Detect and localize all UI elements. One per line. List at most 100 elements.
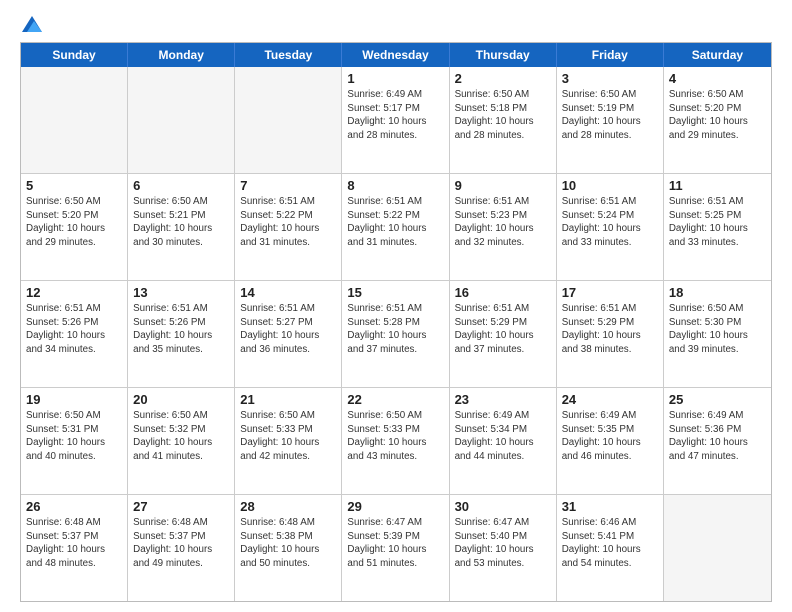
day-info: Sunrise: 6:50 AM Sunset: 5:33 PM Dayligh… (347, 409, 443, 464)
day-cell-9: 9 Sunrise: 6:51 AM Sunset: 5:23 PM Daylig… (450, 174, 557, 280)
day-number: 10 (562, 178, 658, 193)
day-cell-4: 4 Sunrise: 6:50 AM Sunset: 5:20 PM Daylig… (664, 67, 771, 173)
weekday-header-tuesday: Tuesday (235, 43, 342, 67)
day-number: 7 (240, 178, 336, 193)
day-info: Sunrise: 6:50 AM Sunset: 5:20 PM Dayligh… (26, 195, 122, 250)
calendar-row-3: 19 Sunrise: 6:50 AM Sunset: 5:31 PM Dayli… (21, 387, 771, 494)
day-info: Sunrise: 6:49 AM Sunset: 5:34 PM Dayligh… (455, 409, 551, 464)
day-cell-31: 31Sunrise: 6:46 AM Sunset: 5:41 PM Dayli… (557, 495, 664, 601)
logo-icon (22, 16, 42, 32)
day-number: 24 (562, 392, 658, 407)
calendar: SundayMondayTuesdayWednesdayThursdayFrid… (20, 42, 772, 602)
day-info: Sunrise: 6:50 AM Sunset: 5:31 PM Dayligh… (26, 409, 122, 464)
day-number: 8 (347, 178, 443, 193)
day-cell-11: 11Sunrise: 6:51 AM Sunset: 5:25 PM Dayli… (664, 174, 771, 280)
day-info: Sunrise: 6:50 AM Sunset: 5:33 PM Dayligh… (240, 409, 336, 464)
day-info: Sunrise: 6:50 AM Sunset: 5:21 PM Dayligh… (133, 195, 229, 250)
day-info: Sunrise: 6:51 AM Sunset: 5:25 PM Dayligh… (669, 195, 766, 250)
day-cell-15: 15 Sunrise: 6:51 AM Sunset: 5:28 PM Dayli… (342, 281, 449, 387)
calendar-row-2: 12 Sunrise: 6:51 AM Sunset: 5:26 PM Dayli… (21, 280, 771, 387)
day-info: Sunrise: 6:51 AM Sunset: 5:22 PM Dayligh… (347, 195, 443, 250)
day-cell-8: 8 Sunrise: 6:51 AM Sunset: 5:22 PM Daylig… (342, 174, 449, 280)
day-info: Sunrise: 6:50 AM Sunset: 5:20 PM Dayligh… (669, 88, 766, 143)
day-cell-14: 14 Sunrise: 6:51 AM Sunset: 5:27 PM Dayli… (235, 281, 342, 387)
day-info: Sunrise: 6:51 AM Sunset: 5:23 PM Dayligh… (455, 195, 551, 250)
calendar-row-1: 5Sunrise: 6:50 AM Sunset: 5:20 PM Daylig… (21, 173, 771, 280)
day-number: 15 (347, 285, 443, 300)
day-cell-22: 22 Sunrise: 6:50 AM Sunset: 5:33 PM Dayli… (342, 388, 449, 494)
day-info: Sunrise: 6:47 AM Sunset: 5:40 PM Dayligh… (455, 516, 551, 571)
day-number: 17 (562, 285, 658, 300)
day-number: 9 (455, 178, 551, 193)
calendar-header: SundayMondayTuesdayWednesdayThursdayFrid… (21, 43, 771, 67)
day-number: 23 (455, 392, 551, 407)
logo (20, 16, 42, 32)
day-info: Sunrise: 6:48 AM Sunset: 5:38 PM Dayligh… (240, 516, 336, 571)
empty-cell-4-6 (664, 495, 771, 601)
day-number: 3 (562, 71, 658, 86)
day-cell-6: 6 Sunrise: 6:50 AM Sunset: 5:21 PM Daylig… (128, 174, 235, 280)
day-cell-27: 27Sunrise: 6:48 AM Sunset: 5:37 PM Dayli… (128, 495, 235, 601)
day-cell-10: 10 Sunrise: 6:51 AM Sunset: 5:24 PM Dayli… (557, 174, 664, 280)
day-cell-2: 2 Sunrise: 6:50 AM Sunset: 5:18 PM Daylig… (450, 67, 557, 173)
calendar-row-0: 1Sunrise: 6:49 AM Sunset: 5:17 PM Daylig… (21, 67, 771, 173)
day-cell-7: 7 Sunrise: 6:51 AM Sunset: 5:22 PM Daylig… (235, 174, 342, 280)
day-info: Sunrise: 6:48 AM Sunset: 5:37 PM Dayligh… (133, 516, 229, 571)
day-info: Sunrise: 6:49 AM Sunset: 5:36 PM Dayligh… (669, 409, 766, 464)
day-number: 30 (455, 499, 551, 514)
day-cell-3: 3 Sunrise: 6:50 AM Sunset: 5:19 PM Daylig… (557, 67, 664, 173)
day-number: 22 (347, 392, 443, 407)
day-number: 13 (133, 285, 229, 300)
day-number: 21 (240, 392, 336, 407)
weekday-header-monday: Monday (128, 43, 235, 67)
day-info: Sunrise: 6:50 AM Sunset: 5:32 PM Dayligh… (133, 409, 229, 464)
day-cell-21: 21 Sunrise: 6:50 AM Sunset: 5:33 PM Dayli… (235, 388, 342, 494)
day-cell-17: 17 Sunrise: 6:51 AM Sunset: 5:29 PM Dayli… (557, 281, 664, 387)
day-number: 25 (669, 392, 766, 407)
day-cell-18: 18 Sunrise: 6:50 AM Sunset: 5:30 PM Dayli… (664, 281, 771, 387)
day-cell-28: 28 Sunrise: 6:48 AM Sunset: 5:38 PM Dayli… (235, 495, 342, 601)
empty-cell-0-0 (21, 67, 128, 173)
day-number: 2 (455, 71, 551, 86)
day-cell-24: 24 Sunrise: 6:49 AM Sunset: 5:35 PM Dayli… (557, 388, 664, 494)
empty-cell-0-1 (128, 67, 235, 173)
day-cell-20: 20Sunrise: 6:50 AM Sunset: 5:32 PM Dayli… (128, 388, 235, 494)
day-number: 6 (133, 178, 229, 193)
day-cell-23: 23 Sunrise: 6:49 AM Sunset: 5:34 PM Dayli… (450, 388, 557, 494)
day-cell-19: 19 Sunrise: 6:50 AM Sunset: 5:31 PM Dayli… (21, 388, 128, 494)
day-info: Sunrise: 6:51 AM Sunset: 5:22 PM Dayligh… (240, 195, 336, 250)
day-cell-26: 26Sunrise: 6:48 AM Sunset: 5:37 PM Dayli… (21, 495, 128, 601)
day-cell-12: 12 Sunrise: 6:51 AM Sunset: 5:26 PM Dayli… (21, 281, 128, 387)
day-info: Sunrise: 6:51 AM Sunset: 5:27 PM Dayligh… (240, 302, 336, 357)
day-number: 26 (26, 499, 122, 514)
day-info: Sunrise: 6:51 AM Sunset: 5:29 PM Dayligh… (455, 302, 551, 357)
empty-cell-0-2 (235, 67, 342, 173)
day-info: Sunrise: 6:51 AM Sunset: 5:28 PM Dayligh… (347, 302, 443, 357)
day-info: Sunrise: 6:49 AM Sunset: 5:35 PM Dayligh… (562, 409, 658, 464)
day-number: 4 (669, 71, 766, 86)
day-cell-25: 25 Sunrise: 6:49 AM Sunset: 5:36 PM Dayli… (664, 388, 771, 494)
day-info: Sunrise: 6:51 AM Sunset: 5:26 PM Dayligh… (26, 302, 122, 357)
day-info: Sunrise: 6:49 AM Sunset: 5:17 PM Dayligh… (347, 88, 443, 143)
day-cell-13: 13 Sunrise: 6:51 AM Sunset: 5:26 PM Dayli… (128, 281, 235, 387)
day-number: 28 (240, 499, 336, 514)
day-info: Sunrise: 6:50 AM Sunset: 5:18 PM Dayligh… (455, 88, 551, 143)
day-info: Sunrise: 6:47 AM Sunset: 5:39 PM Dayligh… (347, 516, 443, 571)
day-cell-16: 16 Sunrise: 6:51 AM Sunset: 5:29 PM Dayli… (450, 281, 557, 387)
weekday-header-thursday: Thursday (450, 43, 557, 67)
calendar-body: 1Sunrise: 6:49 AM Sunset: 5:17 PM Daylig… (21, 67, 771, 601)
day-number: 18 (669, 285, 766, 300)
day-number: 12 (26, 285, 122, 300)
day-info: Sunrise: 6:50 AM Sunset: 5:19 PM Dayligh… (562, 88, 658, 143)
header (20, 16, 772, 32)
day-number: 31 (562, 499, 658, 514)
day-info: Sunrise: 6:51 AM Sunset: 5:29 PM Dayligh… (562, 302, 658, 357)
day-number: 19 (26, 392, 122, 407)
day-info: Sunrise: 6:50 AM Sunset: 5:30 PM Dayligh… (669, 302, 766, 357)
day-info: Sunrise: 6:51 AM Sunset: 5:26 PM Dayligh… (133, 302, 229, 357)
weekday-header-wednesday: Wednesday (342, 43, 449, 67)
day-cell-5: 5Sunrise: 6:50 AM Sunset: 5:20 PM Daylig… (21, 174, 128, 280)
day-info: Sunrise: 6:51 AM Sunset: 5:24 PM Dayligh… (562, 195, 658, 250)
day-number: 14 (240, 285, 336, 300)
day-number: 16 (455, 285, 551, 300)
